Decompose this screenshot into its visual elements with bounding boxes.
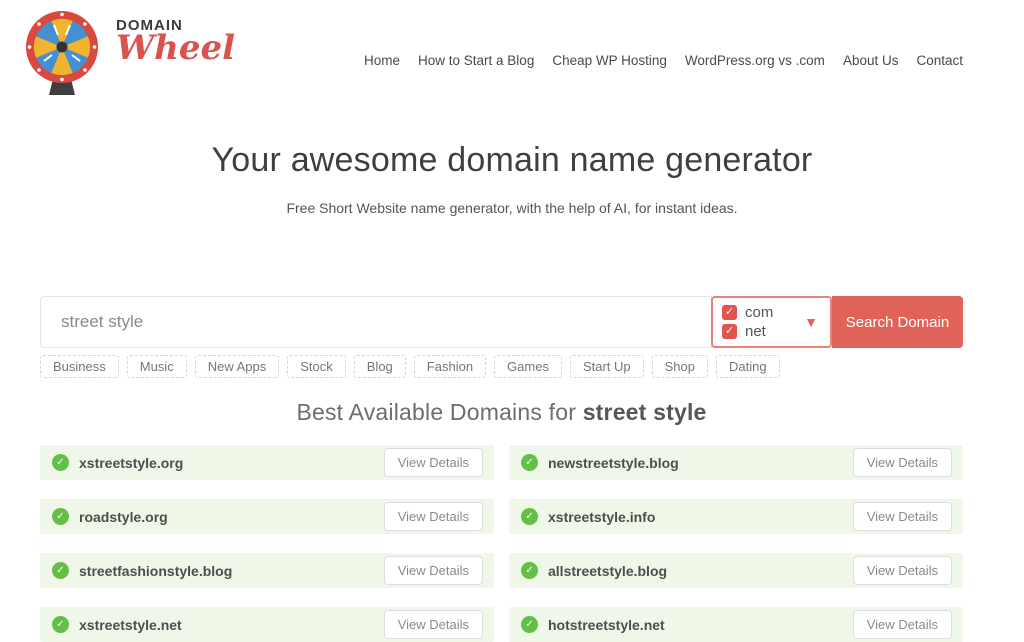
results-grid: ✓ xstreetstyle.org View Details ✓ newstr… — [40, 445, 963, 642]
domain-result-row: ✓ xstreetstyle.info View Details — [509, 499, 963, 534]
nav-link[interactable]: Contact — [916, 53, 963, 68]
category-tag[interactable]: Shop — [652, 355, 708, 378]
available-check-icon: ✓ — [52, 454, 69, 471]
results-section: Best Available Domains for street style … — [40, 399, 963, 642]
category-tag[interactable]: Fashion — [414, 355, 486, 378]
checkbox-checked-icon[interactable]: ✓ — [722, 305, 737, 320]
category-tag[interactable]: Music — [127, 355, 187, 378]
category-tags: Business Music New Apps Stock Blog Fashi… — [40, 355, 963, 378]
search-input[interactable] — [40, 296, 712, 348]
wheel-logo-icon — [20, 7, 104, 97]
hero-section: Your awesome domain name generator Free … — [0, 141, 1024, 216]
available-check-icon: ✓ — [521, 616, 538, 633]
domain-result-row: ✓ streetfashionstyle.blog View Details — [40, 553, 494, 588]
search-bar: ✓ com ✓ net ▼ Search Domain — [40, 296, 963, 348]
tld-dropdown[interactable]: ✓ com ✓ net ▼ — [711, 296, 832, 348]
domain-name: newstreetstyle.blog — [548, 455, 679, 471]
category-tag[interactable]: Stock — [287, 355, 346, 378]
category-tag[interactable]: New Apps — [195, 355, 280, 378]
domain-result-row: ✓ newstreetstyle.blog View Details — [509, 445, 963, 480]
domainwheel-page: DOMAIN Wheel Home How to Start a Blog Ch… — [0, 0, 1024, 639]
results-search-term: street style — [583, 399, 707, 425]
nav-link[interactable]: Cheap WP Hosting — [552, 53, 667, 68]
checkbox-checked-icon[interactable]: ✓ — [722, 324, 737, 339]
main-nav: Home How to Start a Blog Cheap WP Hostin… — [364, 53, 963, 68]
view-details-button[interactable]: View Details — [853, 556, 952, 585]
results-heading-prefix: Best Available Domains for — [296, 399, 582, 425]
available-check-icon: ✓ — [521, 562, 538, 579]
view-details-button[interactable]: View Details — [384, 610, 483, 639]
category-tag[interactable]: Dating — [716, 355, 780, 378]
view-details-button[interactable]: View Details — [384, 556, 483, 585]
tld-option-label: com — [745, 304, 773, 321]
available-check-icon: ✓ — [521, 508, 538, 525]
available-check-icon: ✓ — [52, 562, 69, 579]
domain-result-row: ✓ hotstreetstyle.net View Details — [509, 607, 963, 642]
search-domain-button[interactable]: Search Domain — [832, 296, 963, 348]
view-details-button[interactable]: View Details — [384, 502, 483, 531]
domain-result-row: ✓ xstreetstyle.org View Details — [40, 445, 494, 480]
logo-text: DOMAIN Wheel — [116, 7, 235, 64]
category-tag[interactable]: Games — [494, 355, 562, 378]
available-check-icon: ✓ — [52, 616, 69, 633]
header: DOMAIN Wheel Home How to Start a Blog Ch… — [0, 0, 1024, 95]
available-check-icon: ✓ — [521, 454, 538, 471]
domain-result-row: ✓ roadstyle.org View Details — [40, 499, 494, 534]
page-subtitle: Free Short Website name generator, with … — [0, 200, 1024, 216]
domain-result-row: ✓ allstreetstyle.blog View Details — [509, 553, 963, 588]
results-heading: Best Available Domains for street style — [40, 399, 963, 426]
nav-link[interactable]: How to Start a Blog — [418, 53, 534, 68]
view-details-button[interactable]: View Details — [853, 610, 952, 639]
domain-name: hotstreetstyle.net — [548, 617, 665, 633]
domain-result-row: ✓ xstreetstyle.net View Details — [40, 607, 494, 642]
tld-option[interactable]: ✓ net — [722, 323, 773, 340]
search-section: ✓ com ✓ net ▼ Search Domain Business — [40, 296, 963, 378]
view-details-button[interactable]: View Details — [853, 502, 952, 531]
category-tag[interactable]: Blog — [354, 355, 406, 378]
domain-name: streetfashionstyle.blog — [79, 563, 232, 579]
category-tag[interactable]: Business — [40, 355, 119, 378]
chevron-down-icon[interactable]: ▼ — [804, 315, 818, 329]
tld-options: ✓ com ✓ net — [713, 300, 773, 344]
view-details-button[interactable]: View Details — [384, 448, 483, 477]
domain-name: xstreetstyle.org — [79, 455, 183, 471]
category-tag[interactable]: Start Up — [570, 355, 644, 378]
tld-option-label: net — [745, 323, 766, 340]
page-title: Your awesome domain name generator — [0, 141, 1024, 180]
domain-name: xstreetstyle.net — [79, 617, 182, 633]
domain-name: xstreetstyle.info — [548, 509, 655, 525]
domain-name: allstreetstyle.blog — [548, 563, 667, 579]
available-check-icon: ✓ — [52, 508, 69, 525]
nav-link[interactable]: Home — [364, 53, 400, 68]
logo-text-wheel: Wheel — [116, 32, 235, 64]
nav-link[interactable]: WordPress.org vs .com — [685, 53, 825, 68]
logo[interactable]: DOMAIN Wheel — [20, 7, 235, 97]
view-details-button[interactable]: View Details — [853, 448, 952, 477]
nav-link[interactable]: About Us — [843, 53, 899, 68]
domain-name: roadstyle.org — [79, 509, 168, 525]
tld-option[interactable]: ✓ com — [722, 304, 773, 321]
